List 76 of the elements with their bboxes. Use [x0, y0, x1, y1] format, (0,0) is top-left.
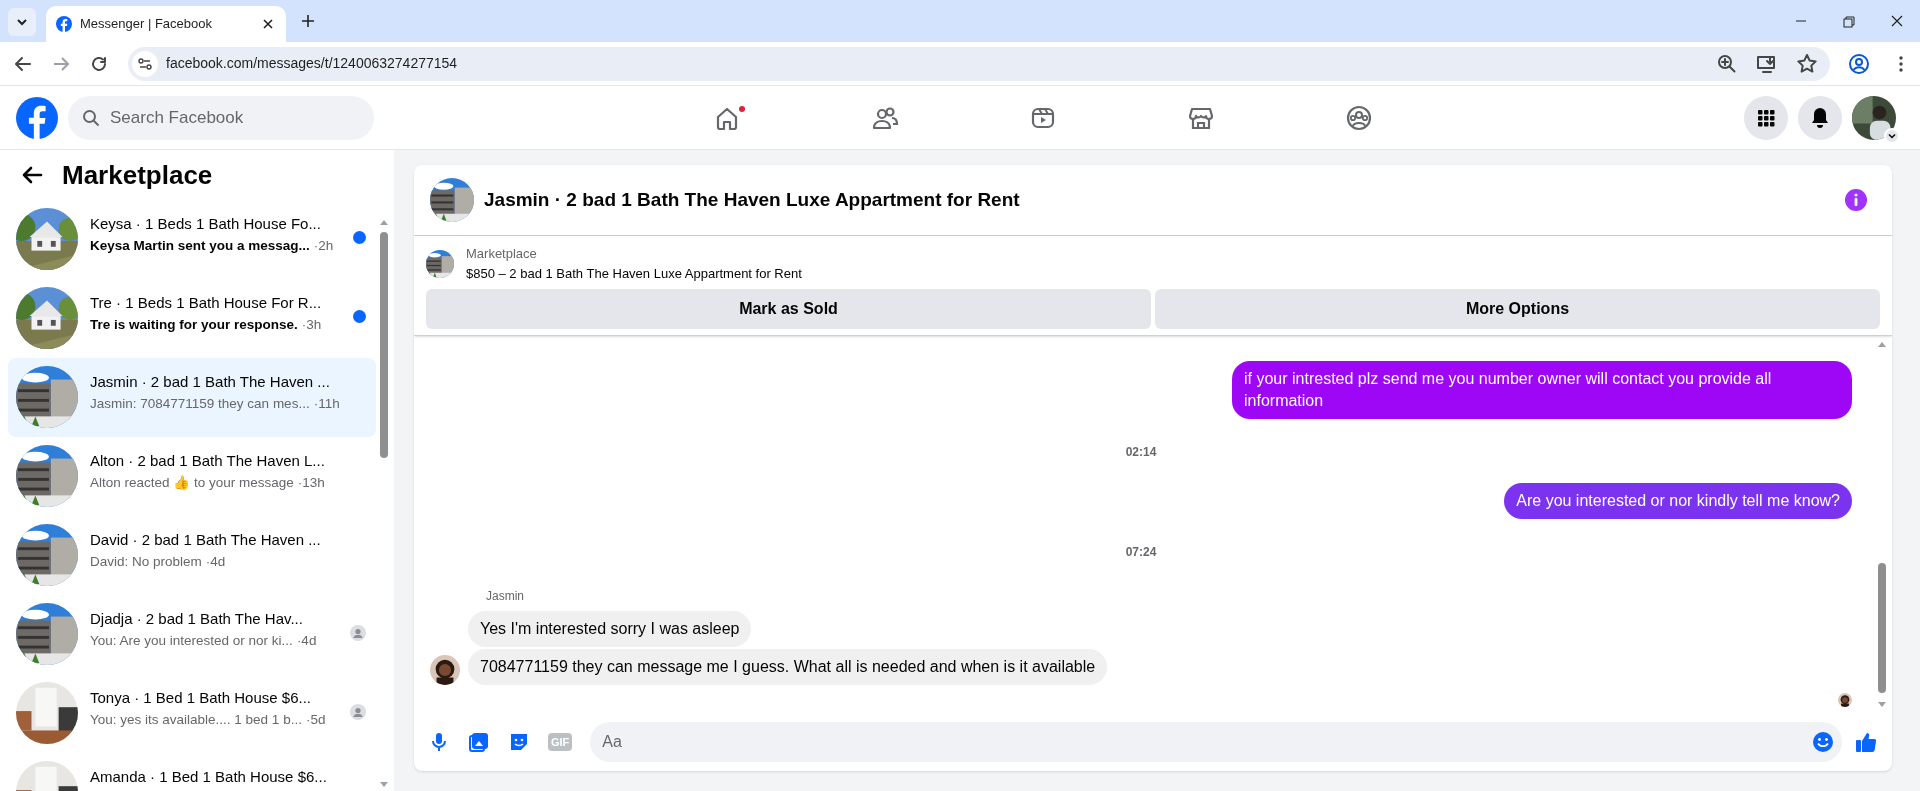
- conversation-item[interactable]: Djadja · 2 bad 1 Bath The Hav... You: Are you interested or nor ki... ·4d: [8, 595, 376, 674]
- listing-title: $850 – 2 bad 1 Bath The Haven Luxe Appartment for Rent: [466, 264, 802, 283]
- scroll-up-icon: [379, 218, 389, 226]
- groups-icon[interactable]: [1345, 104, 1373, 132]
- menu-button[interactable]: [1744, 95, 1788, 140]
- conversation-item[interactable]: Jasmin · 2 bad 1 Bath The Haven ... Jasmin: 7084771159 they can mes... ·11h: [8, 358, 376, 437]
- conversation-title: Djadja · 2 bad 1 Bath The Hav...: [90, 609, 304, 629]
- message-preview: Tre is waiting for your response.: [90, 316, 298, 334]
- message-preview: David: No problem: [90, 553, 202, 571]
- thumbs-up-icon[interactable]: [1854, 730, 1878, 754]
- listing-label: Marketplace: [466, 245, 538, 263]
- message-preview: Keysa Martin sent you a messag...: [90, 237, 310, 255]
- image-icon[interactable]: [468, 731, 490, 753]
- bell-icon: [1810, 106, 1830, 129]
- tab-title: Messenger | Facebook: [80, 15, 213, 34]
- conversation-title: Jasmin · 2 bad 1 Bath The Haven ...: [90, 372, 331, 392]
- conversation-title: Keysa · 1 Beds 1 Bath House Fo...: [90, 214, 322, 234]
- timestamp: ·2h: [313, 237, 334, 255]
- timestamp: ·13h: [297, 474, 325, 492]
- info-icon[interactable]: [1844, 188, 1868, 212]
- grid-icon: [1756, 107, 1776, 128]
- timestamp: ·5d: [305, 711, 326, 729]
- facebook-logo[interactable]: [16, 96, 58, 139]
- message-time: 02:14: [1125, 444, 1157, 461]
- message-preview: You: yes its available.... 1 bed 1 b...: [90, 711, 302, 729]
- conversation-title: Amanda · 1 Bed 1 Bath House $6...: [90, 767, 328, 787]
- caret-icon: [16, 16, 28, 28]
- emoji-icon[interactable]: [1812, 731, 1834, 753]
- message-preview: Alton reacted 👍 to your message: [90, 474, 294, 492]
- site-settings-icon[interactable]: [132, 50, 158, 77]
- timestamp: ·4d: [205, 553, 226, 571]
- conversation-title: Tonya · 1 Bed 1 Bath House $6...: [90, 688, 312, 708]
- outgoing-message: Are you interested or nor kindly tell me know?: [1504, 483, 1852, 519]
- message-time: 07:24: [1125, 544, 1157, 561]
- tab-search-button[interactable]: [8, 8, 36, 36]
- action-button[interactable]: More Options: [1155, 289, 1880, 329]
- scroll-down-icon: [379, 781, 389, 789]
- scroll-down-icon: [1877, 701, 1887, 709]
- new-tab-icon[interactable]: [300, 13, 316, 29]
- scroll-up-icon: [1877, 340, 1887, 348]
- sticker-icon[interactable]: [508, 731, 530, 753]
- star-icon[interactable]: [1796, 52, 1818, 75]
- outgoing-message: if your intrested plz send me you number owner will contact you provide all information: [1232, 361, 1852, 419]
- chat-title: Jasmin · 2 bad 1 Bath The Haven Luxe Appartment for Rent: [484, 187, 1020, 212]
- profile-icon[interactable]: [1848, 52, 1870, 75]
- notifications-button[interactable]: [1798, 95, 1842, 140]
- timestamp: ·11h: [313, 395, 340, 413]
- search-input[interactable]: Search Facebook: [110, 95, 360, 140]
- conversation-item[interactable]: David · 2 bad 1 Bath The Haven ... David: No problem ·4d: [8, 516, 376, 595]
- zoom-icon[interactable]: [1716, 52, 1738, 75]
- conversation-item[interactable]: Alton · 2 bad 1 Bath The Haven L... Alton reacted 👍 to your message ·13h: [8, 437, 376, 516]
- incoming-message: 7084771159 they can message me I guess. What all is needed and when is it available: [468, 649, 1108, 685]
- facebook-icon: [56, 16, 72, 32]
- conversation-item[interactable]: Keysa · 1 Beds 1 Bath House Fo... Keysa Martin sent you a messag... ·2h: [8, 200, 376, 279]
- sender-name: Jasmin: [486, 589, 524, 603]
- conversation-title: Tre · 1 Beds 1 Bath House For R...: [90, 293, 323, 313]
- sidebar-title: Marketplace: [62, 158, 213, 192]
- scrollbar-thumb[interactable]: [380, 232, 388, 458]
- conversation-title: Alton · 2 bad 1 Bath The Haven L...: [90, 451, 326, 471]
- incoming-message: Yes I'm interested sorry I was asleep: [468, 611, 752, 647]
- search-icon: [82, 108, 100, 127]
- action-button[interactable]: Mark as Sold: [426, 289, 1151, 329]
- timestamp: ·4d: [296, 632, 317, 650]
- address-bar[interactable]: facebook.com/messages/t/1240063274277154: [128, 46, 1830, 81]
- scrollbar-thumb[interactable]: [1878, 563, 1886, 693]
- message-preview: You: Are you interested or nor ki...: [90, 632, 293, 650]
- conversation-item[interactable]: Tre · 1 Beds 1 Bath House For R... Tre is waiting for your response. ·3h: [8, 279, 376, 358]
- message-preview: Jasmin: 7084771159 they can mes...: [90, 395, 310, 413]
- url-text: facebook.com/messages/t/1240063274277154: [166, 54, 459, 73]
- conversation-item[interactable]: Amanda · 1 Bed 1 Bath House $6...: [8, 753, 376, 791]
- timestamp: ·3h: [301, 316, 322, 334]
- conversation-item[interactable]: Tonya · 1 Bed 1 Bath House $6... You: yes its available.... 1 bed 1 b... ·5d: [8, 674, 376, 753]
- browser-tab[interactable]: Messenger | Facebook: [46, 6, 286, 42]
- conversation-title: David · 2 bad 1 Bath The Haven ...: [90, 530, 322, 550]
- friends-icon[interactable]: [871, 104, 899, 132]
- search-field[interactable]: Search Facebook: [68, 95, 374, 140]
